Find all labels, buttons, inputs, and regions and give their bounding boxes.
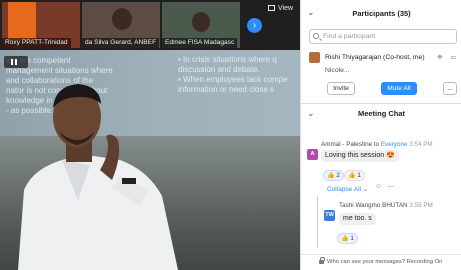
participants-title: Participants (35) [352,9,411,18]
participant-search-input[interactable]: Find a participant [309,29,457,44]
more-options-button[interactable]: ... [443,82,457,95]
footer-text: Who can see your messages? Recording On [327,259,443,265]
reaction-chip[interactable]: 👍 1 [344,170,365,181]
pause-icon [15,59,17,65]
message-header: Ammal - Palestine to Everyone 3:54 PM [321,141,433,148]
side-panel: ⌄ Participants (35) Find a participant R… [300,0,461,270]
avatar: A [307,149,318,160]
recipient-link[interactable]: Everyone [381,141,408,148]
next-page-button[interactable]: › [247,18,262,33]
thread-line [317,196,318,248]
participant-tile[interactable]: Roxy PPATT-Trinidad [2,2,80,48]
chat-title: Meeting Chat [357,109,406,118]
to-label: to [373,141,380,148]
participant-tile[interactable]: Edmee FISA Madagasc [162,2,240,48]
message-header: Tashi Wangmo BHUTAN 3:55 PM [339,202,433,209]
reaction-chip[interactable]: 👍 1 [337,233,358,244]
mic-video-icons: ⎈ ▭ [437,54,459,61]
avatar: TW [324,210,335,221]
more-icon[interactable]: ⋯ [387,183,394,191]
speaker-video: ers are competent management situations … [0,0,300,270]
sender-name: Ammal - Palestine [321,141,373,148]
participant-name: Rishi Thiyagarajan (Co-host, me) [325,54,425,61]
gallery-strip: Roxy PPATT-Trinidad da Silva Gerard, ANB… [0,0,300,50]
timestamp: 3:55 PM [409,202,433,209]
pause-icon [11,59,13,65]
lock-icon [319,257,325,264]
invite-button[interactable]: Invite [327,82,355,95]
chat-footer[interactable]: Who can see your messages? Recording On [300,254,461,270]
add-reaction-icon[interactable]: ☺ [375,183,382,190]
participant-row-partial[interactable]: Nicole... [325,67,350,74]
view-label: View [278,5,294,12]
participant-name-label: da Silva Gerard, ANBEF [82,38,160,48]
search-icon [313,33,319,39]
reaction-chip[interactable]: 👍 2 [323,170,344,181]
view-button[interactable]: View [268,5,293,12]
tile-background [8,2,36,40]
chat-message: Loving this session 😍 [321,150,399,162]
sender-name: Tashi Wangmo BHUTAN [339,202,408,209]
participant-row[interactable]: Rishi Thiyagarajan (Co-host, me) ⎈ ▭ [309,51,459,65]
timestamp: 3:54 PM [409,141,433,148]
participant-face [112,8,132,30]
chat-message: me too. s [339,213,376,225]
divider [301,103,461,104]
collapse-all-link[interactable]: Collapse All ⌄ [327,185,368,193]
grid-icon [268,5,275,11]
mute-all-button[interactable]: Mute All [381,82,417,95]
zoom-meeting-window: ers are competent management situations … [0,0,461,270]
avatar [309,52,320,63]
share-pause-control[interactable] [4,56,28,68]
participant-name-label: Edmee FISA Madagasc [162,38,238,48]
participant-face [192,12,210,32]
participant-tile[interactable]: da Silva Gerard, ANBEF [82,2,160,48]
search-placeholder: Find a participant [323,33,376,40]
participant-name-label: Roxy PPATT-Trinidad [2,38,71,48]
